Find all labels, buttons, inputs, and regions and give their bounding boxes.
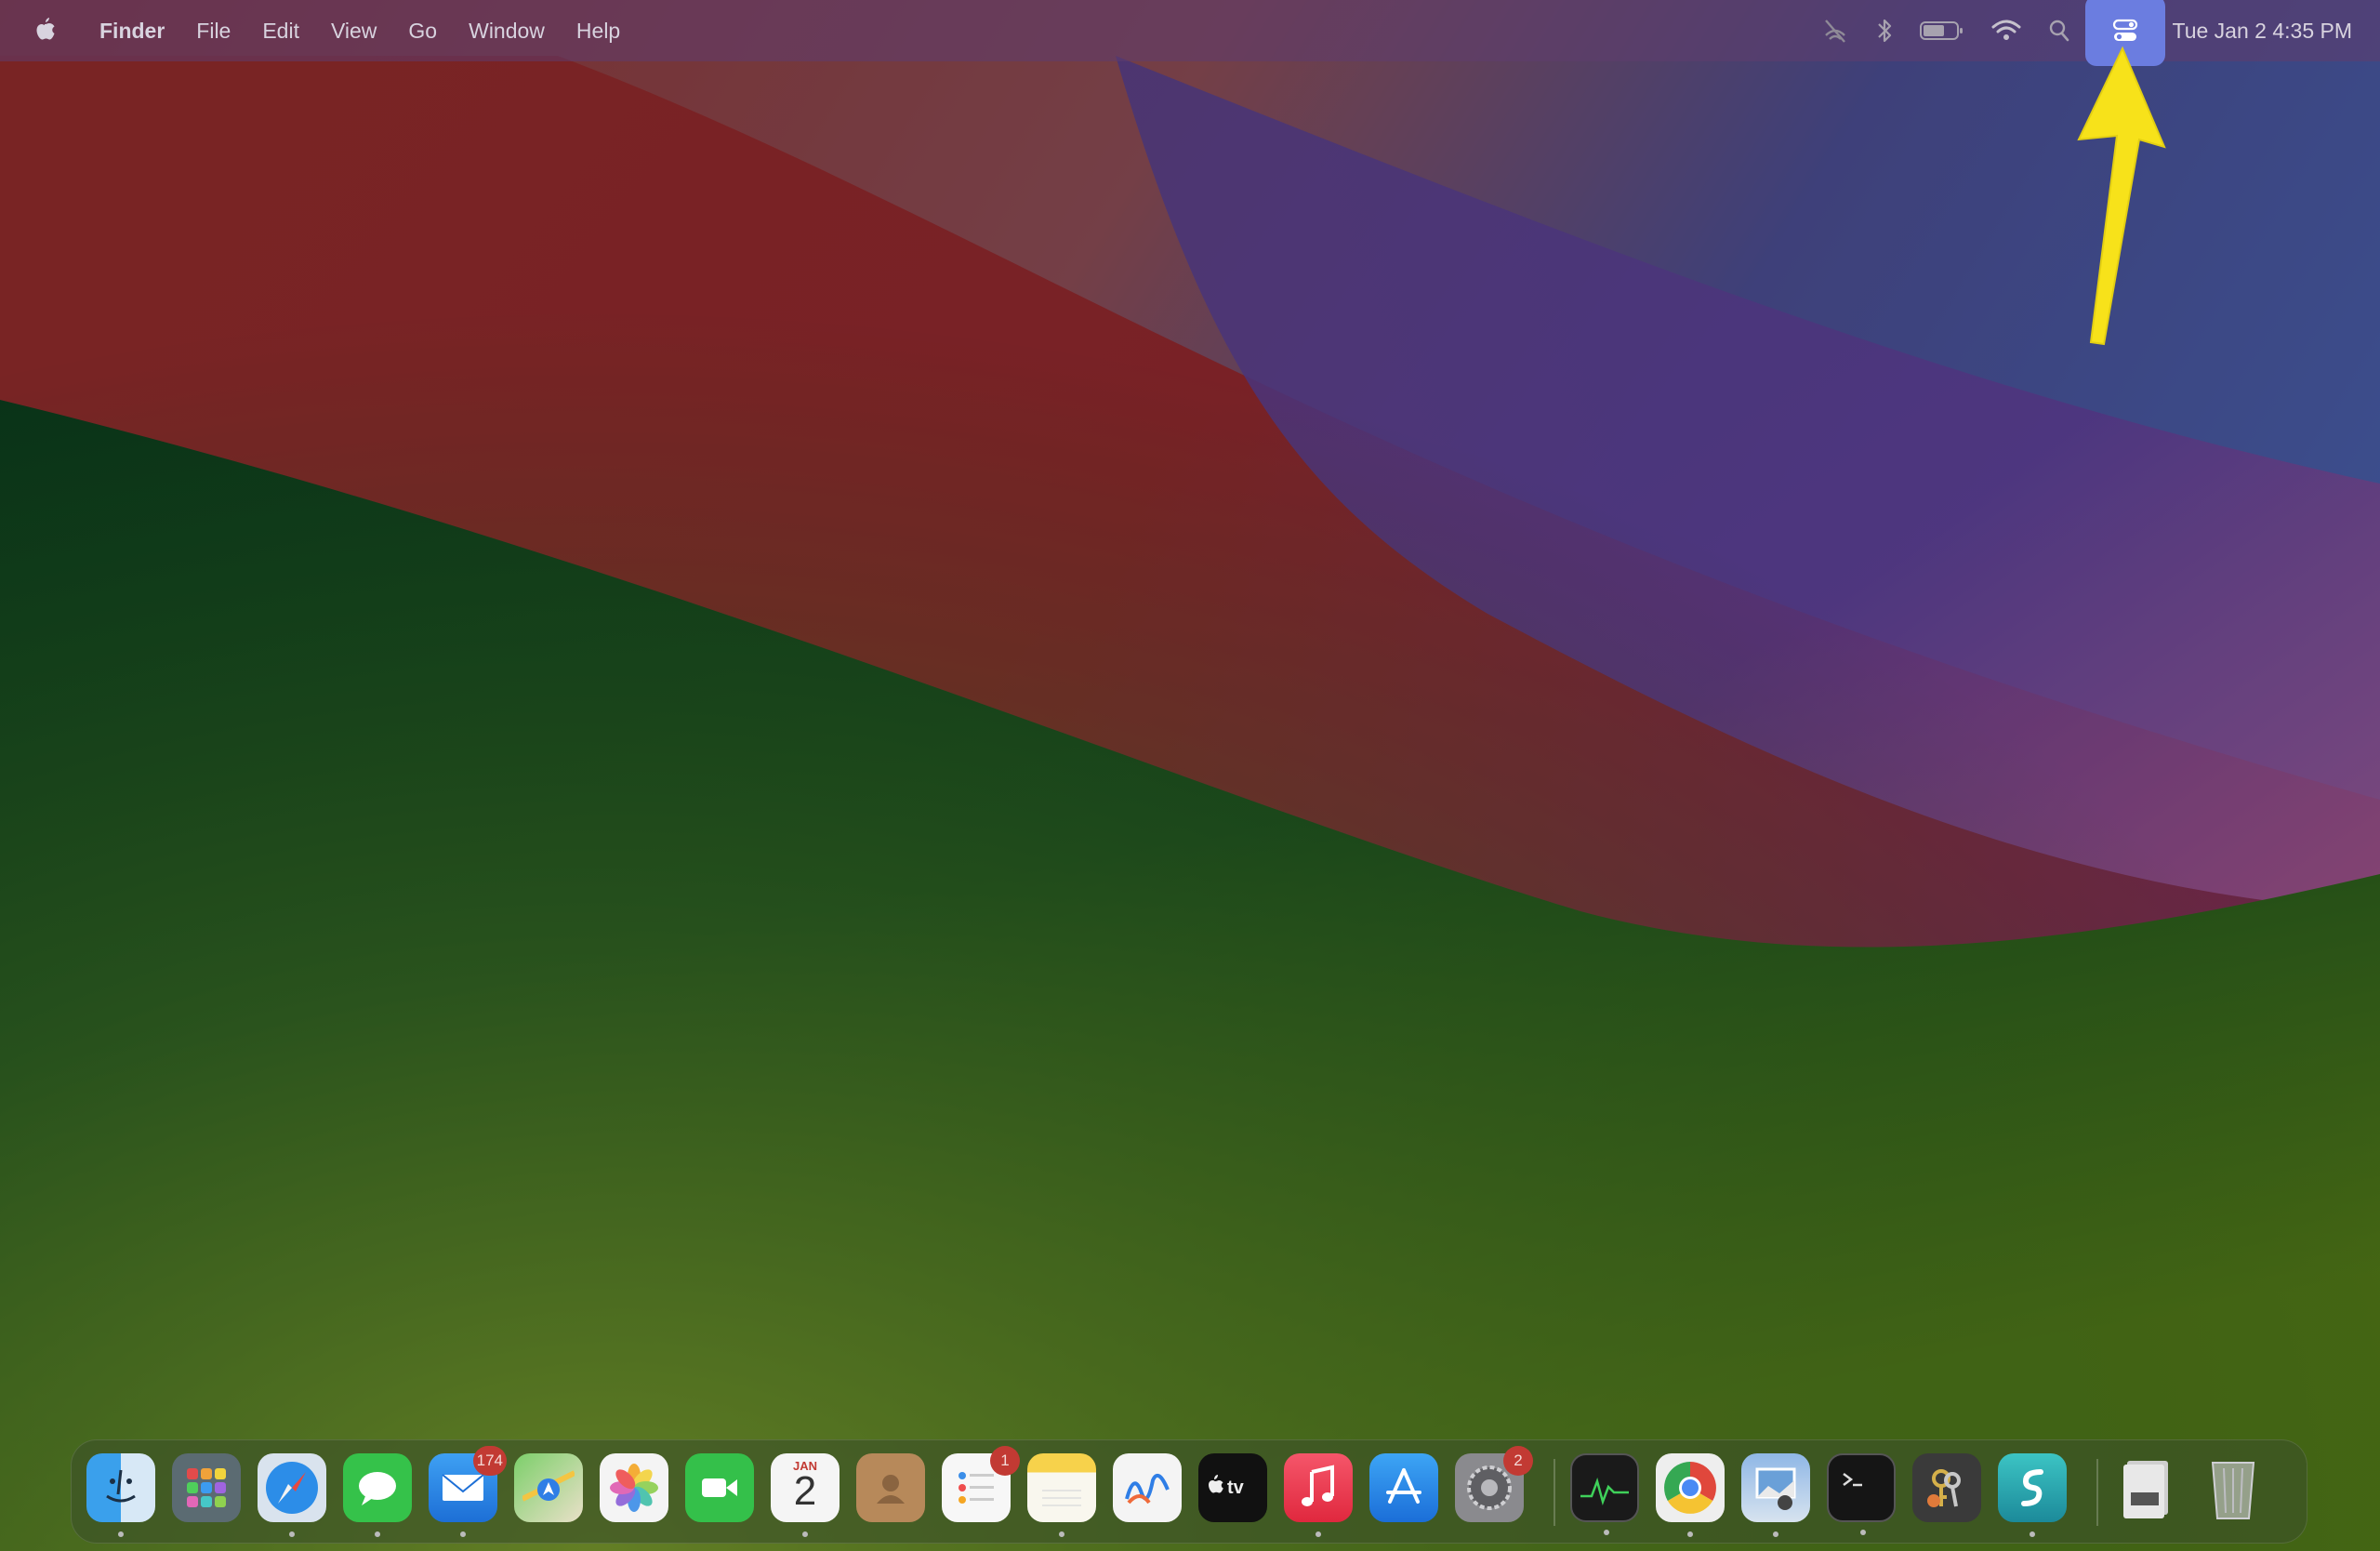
running-indicator bbox=[1860, 1530, 1866, 1535]
dock-preview[interactable] bbox=[1741, 1453, 1810, 1537]
running-indicator bbox=[1059, 1531, 1064, 1537]
preview-icon bbox=[1755, 1467, 1796, 1510]
running-indicator bbox=[118, 1531, 124, 1537]
dock-launchpad[interactable] bbox=[172, 1453, 241, 1522]
dock-separator bbox=[2096, 1459, 2098, 1526]
dock-facetime[interactable] bbox=[685, 1453, 754, 1522]
contacts-icon bbox=[877, 1475, 905, 1504]
dock-surfshark[interactable] bbox=[1998, 1453, 2067, 1537]
maps-icon bbox=[522, 1470, 575, 1502]
app-store-icon bbox=[1386, 1468, 1421, 1504]
chrome-icon bbox=[1664, 1462, 1716, 1514]
running-indicator bbox=[1316, 1531, 1321, 1537]
music-icon bbox=[1302, 1465, 1334, 1506]
dock-finder[interactable] bbox=[86, 1453, 155, 1537]
running-indicator bbox=[289, 1531, 295, 1537]
running-indicator bbox=[2030, 1531, 2035, 1537]
dock: 174 JAN 2 1 tv 2 bbox=[71, 1439, 2307, 1544]
running-indicator bbox=[802, 1531, 808, 1537]
keychain-access-icon bbox=[1927, 1469, 1961, 1507]
dock-reminders[interactable]: 1 bbox=[942, 1446, 1020, 1522]
dock-contacts[interactable] bbox=[856, 1453, 925, 1522]
dock-app-store[interactable] bbox=[1369, 1453, 1438, 1522]
facetime-icon bbox=[702, 1478, 737, 1497]
dock-calendar[interactable]: JAN 2 bbox=[771, 1453, 840, 1537]
photos-icon bbox=[610, 1464, 658, 1512]
calendar-icon: JAN 2 bbox=[771, 1453, 840, 1522]
notification-badge: 2 bbox=[1503, 1446, 1533, 1476]
dock-documents-stack[interactable] bbox=[2113, 1453, 2182, 1522]
dock-apple-tv[interactable]: tv bbox=[1198, 1453, 1267, 1522]
calendar-day: 2 bbox=[793, 1468, 817, 1514]
notification-badge: 1 bbox=[990, 1446, 1020, 1476]
documents-folder-icon bbox=[2123, 1461, 2168, 1518]
dock-system-settings[interactable]: 2 bbox=[1455, 1446, 1533, 1522]
notification-badge: 174 bbox=[472, 1446, 507, 1476]
freeform-icon bbox=[1125, 1473, 1170, 1505]
svg-text:tv: tv bbox=[1227, 1478, 1245, 1498]
running-indicator bbox=[460, 1531, 466, 1537]
annotation-arrow bbox=[2077, 46, 2166, 346]
safari-icon bbox=[266, 1462, 318, 1514]
dock-safari[interactable] bbox=[258, 1453, 326, 1537]
dock-maps[interactable] bbox=[514, 1453, 583, 1522]
dock-messages[interactable] bbox=[343, 1453, 412, 1537]
dock-chrome[interactable] bbox=[1656, 1453, 1725, 1537]
dock-trash[interactable] bbox=[2199, 1453, 2268, 1522]
dock-activity-monitor[interactable] bbox=[1570, 1453, 1639, 1535]
running-indicator bbox=[1604, 1530, 1609, 1535]
messages-icon bbox=[359, 1472, 396, 1505]
running-indicator bbox=[1773, 1531, 1778, 1537]
dock-separator bbox=[1554, 1459, 1555, 1526]
dock-freeform[interactable] bbox=[1113, 1453, 1182, 1522]
trash-icon bbox=[2211, 1462, 2255, 1519]
dock-terminal[interactable] bbox=[1827, 1453, 1896, 1535]
dock-photos[interactable] bbox=[600, 1453, 668, 1522]
running-indicator bbox=[1687, 1531, 1693, 1537]
apple-tv-icon: tv bbox=[1209, 1475, 1245, 1498]
dock-keychain-access[interactable] bbox=[1912, 1453, 1981, 1522]
surfshark-icon bbox=[2021, 1469, 2043, 1506]
dock-mail[interactable]: 174 bbox=[429, 1446, 507, 1537]
notes-icon bbox=[1042, 1490, 1081, 1506]
dock-music[interactable] bbox=[1284, 1453, 1353, 1537]
terminal-icon bbox=[1843, 1473, 1862, 1487]
running-indicator bbox=[375, 1531, 380, 1537]
finder-icon bbox=[106, 1469, 136, 1503]
launchpad-icon bbox=[187, 1468, 226, 1507]
activity-monitor-icon bbox=[1580, 1477, 1629, 1506]
dock-notes[interactable] bbox=[1027, 1453, 1096, 1537]
